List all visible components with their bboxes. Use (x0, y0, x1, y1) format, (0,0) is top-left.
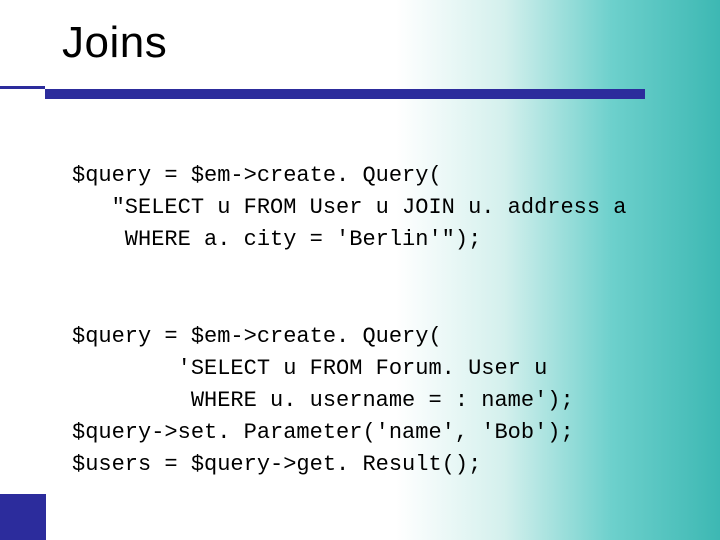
code-line: WHERE a. city = 'Berlin'"); (72, 227, 481, 252)
code-line: "SELECT u FROM User u JOIN u. address a (72, 195, 627, 220)
title-rule (0, 86, 720, 98)
slide-title: Joins (62, 18, 720, 68)
rule-segment-main (45, 89, 645, 99)
title-block: Joins (0, 18, 720, 78)
code-line: $query->set. Parameter('name', 'Bob'); (72, 420, 574, 445)
code-line: 'SELECT u FROM Forum. User u (72, 356, 547, 381)
code-line: WHERE u. username = : name'); (72, 388, 574, 413)
corner-accent (0, 494, 46, 540)
content-area: $query = $em->create. Query( "SELECT u F… (0, 98, 720, 481)
code-line: $query = $em->create. Query( (72, 324, 442, 349)
slide: Joins $query = $em->create. Query( "SELE… (0, 0, 720, 540)
code-line: $users = $query->get. Result(); (72, 452, 481, 477)
rule-segment-short (0, 86, 45, 89)
code-block-1: $query = $em->create. Query( "SELECT u F… (72, 128, 672, 256)
code-block-2: $query = $em->create. Query( 'SELECT u F… (72, 290, 672, 481)
code-line: $query = $em->create. Query( (72, 163, 442, 188)
